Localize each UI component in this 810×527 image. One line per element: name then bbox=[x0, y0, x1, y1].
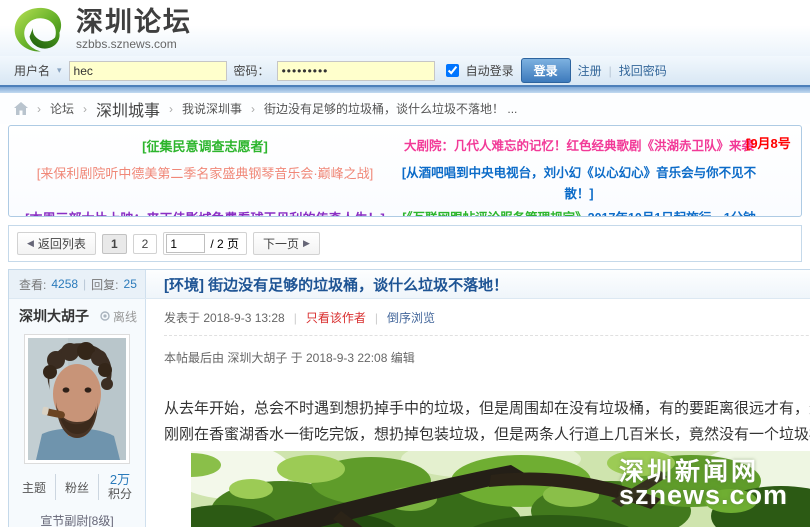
thread-body: 深圳大胡子 离线 bbox=[9, 299, 810, 527]
page-jump-box: / 2 页 bbox=[163, 232, 247, 255]
site-logo[interactable]: 深圳论坛 szbbs.sznews.com bbox=[12, 7, 192, 59]
page-total-label: / 2 页 bbox=[210, 235, 239, 252]
online-status: 离线 bbox=[100, 308, 137, 325]
post-content: 发表于 2018-9-3 13:28 | 只看该作者 | 倒序浏览 本帖最后由 … bbox=[146, 299, 810, 527]
post-body-text: 从去年开始，总会不时遇到想扔掉手中的垃圾，但是周围却在没有垃圾桶，有的要距离很远… bbox=[164, 396, 810, 448]
next-arrow-icon: ▶ bbox=[303, 238, 310, 249]
views-label: 查看: bbox=[19, 276, 46, 293]
register-link[interactable]: 注册 bbox=[578, 62, 602, 79]
announcement-link-clipped[interactable]: [9月8号 bbox=[746, 133, 791, 152]
logo-leaf-swirl-icon bbox=[12, 7, 68, 59]
username-dropdown-icon[interactable]: ▾ bbox=[57, 65, 62, 76]
auto-login-checkbox[interactable] bbox=[446, 64, 459, 77]
breadcrumb-city-forum[interactable]: 深圳城事 bbox=[96, 97, 160, 121]
next-page-button[interactable]: 下一页 ▶ bbox=[253, 232, 320, 255]
view-author-only-link[interactable]: 只看该作者 bbox=[306, 309, 366, 326]
login-bar-divider: | bbox=[609, 64, 612, 78]
pagination-bar: ◀ 返回列表 1 2 / 2 页 下一页 ▶ bbox=[8, 225, 802, 262]
thread-title-bar: [环境] 街边没有足够的垃圾桶，谈什么垃圾不落地！ bbox=[146, 270, 810, 298]
offline-status-icon bbox=[100, 311, 110, 321]
site-header: 深圳论坛 szbbs.sznews.com bbox=[0, 0, 810, 56]
points-value: 2万 bbox=[108, 473, 132, 487]
post-body-line-2: 刚刚在香蜜湖香水一街吃完饭，想扔掉包装垃圾，但是两条人行道上几百米长，竟然没有一… bbox=[164, 422, 810, 448]
back-to-list-label: 返回列表 bbox=[38, 235, 86, 252]
author-rank: 宣节副尉[8级] bbox=[9, 512, 145, 527]
announcement-link-movie[interactable]: [本周三部大片上映：来正佳影城免费看球王贝利的传奇人生！] bbox=[25, 211, 385, 217]
announcement-row: [本周三部大片上映：来正佳影城免费看球王贝利的传奇人生！] [《互联网跟帖评论服… bbox=[9, 205, 801, 217]
author-stats: 主题 粉丝 2万 积分 bbox=[9, 473, 145, 501]
announcement-regulation-title: [《互联网跟帖评论服务管理规定》 bbox=[402, 211, 587, 217]
post-meta-bar: 发表于 2018-9-3 13:28 | 只看该作者 | 倒序浏览 bbox=[164, 309, 810, 336]
auto-login-option[interactable]: 自动登录 bbox=[442, 61, 514, 80]
page-number-1[interactable]: 1 bbox=[102, 234, 127, 254]
breadcrumb-separator: › bbox=[37, 102, 41, 116]
page-number-2[interactable]: 2 bbox=[133, 234, 158, 254]
announcement-link-opera[interactable]: 大剧院：几代人难忘的记忆！红色经典歌剧《洪湖赤卫队》来袭 bbox=[404, 139, 754, 153]
breadcrumb: › 论坛 › 深圳城事 › 我说深圳事 › 街边没有足够的垃圾桶，谈什么垃圾不落… bbox=[0, 93, 810, 124]
counter-divider: | bbox=[83, 277, 86, 291]
announcement-link-regulation[interactable]: [《互联网跟帖评论服务管理规定》2017年10月1日起施行，1分钟教你完成认证] bbox=[402, 211, 756, 217]
back-to-list-button[interactable]: ◀ 返回列表 bbox=[17, 232, 96, 255]
username-label[interactable]: 用户名 bbox=[14, 62, 50, 79]
announcement-row: [来保利剧院听中德美第二季名家盛典钢琴音乐会·巅峰之战] [从酒吧唱到中央电视台… bbox=[9, 160, 801, 205]
recover-password-link[interactable]: 找回密码 bbox=[619, 62, 667, 79]
announcement-link-piano-concert[interactable]: [来保利剧院听中德美第二季名家盛典钢琴音乐会·巅峰之战] bbox=[37, 166, 374, 181]
meta-divider: | bbox=[294, 311, 297, 325]
replies-label: 回复: bbox=[91, 276, 118, 293]
post-body-line-1: 从去年开始，总会不时遇到想扔掉手中的垃圾，但是周围却在没有垃圾桶，有的要距离很远… bbox=[164, 396, 810, 422]
watermark-line-2: sznews.com bbox=[619, 484, 788, 507]
site-name: 深圳论坛 bbox=[76, 7, 192, 37]
password-input[interactable] bbox=[277, 61, 435, 81]
points-stat[interactable]: 2万 积分 bbox=[99, 473, 141, 501]
edit-note: 本帖最后由 深圳大胡子 于 2018-9-3 22:08 编辑 bbox=[164, 349, 810, 366]
home-icon[interactable] bbox=[14, 102, 28, 115]
forum-page: 深圳论坛 szbbs.sznews.com 用户名 ▾ 密码： 自动登录 登录 … bbox=[0, 0, 810, 527]
login-button[interactable]: 登录 bbox=[521, 58, 571, 83]
site-domain: szbbs.sznews.com bbox=[76, 37, 192, 51]
announcement-row: [征集民意调查志愿者] 大剧院：几代人难忘的记忆！红色经典歌剧《洪湖赤卫队》来袭 bbox=[9, 133, 801, 160]
login-bar: 用户名 ▾ 密码： 自动登录 登录 注册 | 找回密码 bbox=[0, 56, 810, 85]
topics-link[interactable]: 主题 bbox=[22, 481, 46, 495]
username-input[interactable] bbox=[69, 61, 227, 81]
auto-login-label: 自动登录 bbox=[466, 62, 514, 79]
fans-link[interactable]: 粉丝 bbox=[65, 481, 89, 495]
author-avatar[interactable] bbox=[24, 334, 130, 464]
thread-header: 查看: 4258 | 回复: 25 [环境] 街边没有足够的垃圾桶，谈什么垃圾不… bbox=[9, 270, 810, 299]
password-label: 密码： bbox=[234, 62, 270, 79]
points-label: 积分 bbox=[108, 487, 132, 501]
views-count: 4258 bbox=[51, 277, 78, 291]
post-tree-photo[interactable]: 深圳新闻网 sznews.com bbox=[191, 451, 810, 527]
announcement-box: [征集民意调查志愿者] 大剧院：几代人难忘的记忆！红色经典歌剧《洪湖赤卫队》来袭… bbox=[8, 125, 802, 217]
replies-count: 25 bbox=[124, 277, 137, 291]
announcement-link-music-show[interactable]: [从酒吧唱到中央电视台，刘小幻《以心幻心》音乐会与你不见不散！] bbox=[402, 166, 756, 201]
author-username[interactable]: 深圳大胡子 bbox=[19, 306, 89, 326]
breadcrumb-separator: › bbox=[83, 102, 87, 116]
page-jump-input[interactable] bbox=[166, 234, 205, 253]
post-timestamp: 发表于 2018-9-3 13:28 bbox=[164, 309, 285, 326]
announcement-link-survey[interactable]: [征集民意调查志愿者] bbox=[142, 139, 268, 154]
breadcrumb-forum[interactable]: 论坛 bbox=[50, 100, 74, 117]
breadcrumb-subforum[interactable]: 我说深圳事 bbox=[182, 100, 242, 117]
thread-counters: 查看: 4258 | 回复: 25 bbox=[9, 270, 146, 298]
thread-container: 查看: 4258 | 回复: 25 [环境] 街边没有足够的垃圾桶，谈什么垃圾不… bbox=[8, 269, 810, 527]
back-arrow-icon: ◀ bbox=[27, 238, 34, 249]
breadcrumb-thread-title: 街边没有足够的垃圾桶，谈什么垃圾不落地！ ... bbox=[264, 100, 517, 117]
offline-status-label: 离线 bbox=[113, 308, 137, 325]
breadcrumb-separator: › bbox=[251, 102, 255, 116]
photo-watermark: 深圳新闻网 sznews.com bbox=[619, 461, 788, 507]
header-divider-bar bbox=[0, 85, 810, 93]
thread-title: [环境] 街边没有足够的垃圾桶，谈什么垃圾不落地！ bbox=[164, 274, 508, 295]
author-sidebar: 深圳大胡子 离线 bbox=[9, 299, 146, 527]
meta-divider: | bbox=[375, 311, 378, 325]
reverse-order-link[interactable]: 倒序浏览 bbox=[387, 309, 435, 326]
breadcrumb-separator: › bbox=[169, 102, 173, 116]
next-page-label: 下一页 bbox=[263, 235, 299, 252]
